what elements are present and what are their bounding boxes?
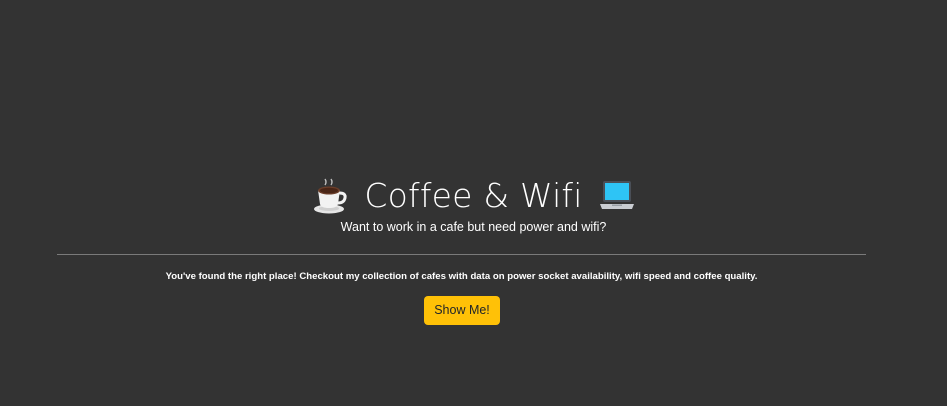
hero-section: Coffee & Wifi Want to work in a cafe but… (0, 0, 947, 406)
page-title-row: Coffee & Wifi (0, 172, 947, 220)
page-subtitle: Want to work in a cafe but need power an… (340, 220, 607, 234)
laptop-icon (597, 176, 637, 216)
show-me-button[interactable]: Show Me! (424, 296, 500, 325)
lead-text: You've found the right place! Checkout m… (165, 271, 758, 282)
page-title: Coffee & Wifi (364, 176, 583, 215)
coffee-cup-icon (310, 176, 350, 216)
divider (57, 254, 866, 255)
